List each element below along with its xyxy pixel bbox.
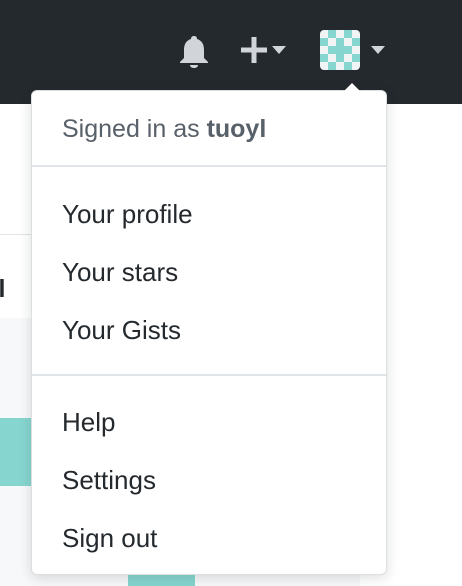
profile-tab-label: ofil — [0, 275, 6, 304]
avatar — [320, 30, 360, 70]
plus-icon — [241, 37, 267, 63]
menu-divider — [32, 374, 386, 376]
top-header-bar — [0, 0, 462, 104]
menu-item-your-profile[interactable]: Your profile — [62, 199, 193, 230]
create-new-button[interactable] — [240, 30, 296, 70]
contribution-block — [128, 574, 195, 586]
chevron-down-icon — [272, 46, 286, 54]
user-dropdown-menu: Signed in as tuoyl Your profile Your sta… — [31, 82, 387, 575]
notifications-button[interactable] — [176, 33, 212, 69]
menu-item-help[interactable]: Help — [62, 407, 115, 438]
menu-item-settings[interactable]: Settings — [62, 465, 156, 496]
signed-in-header: Signed in as tuoyl — [62, 115, 266, 144]
chevron-down-icon — [371, 46, 385, 54]
menu-divider — [32, 165, 386, 167]
menu-item-your-gists[interactable]: Your Gists — [62, 315, 181, 346]
menu-item-sign-out[interactable]: Sign out — [62, 523, 157, 554]
user-menu-button[interactable] — [320, 28, 394, 72]
bell-icon — [180, 36, 208, 68]
username: tuoyl — [206, 115, 267, 143]
menu-item-your-stars[interactable]: Your stars — [62, 257, 178, 288]
signed-in-label: Signed in as — [62, 115, 200, 143]
